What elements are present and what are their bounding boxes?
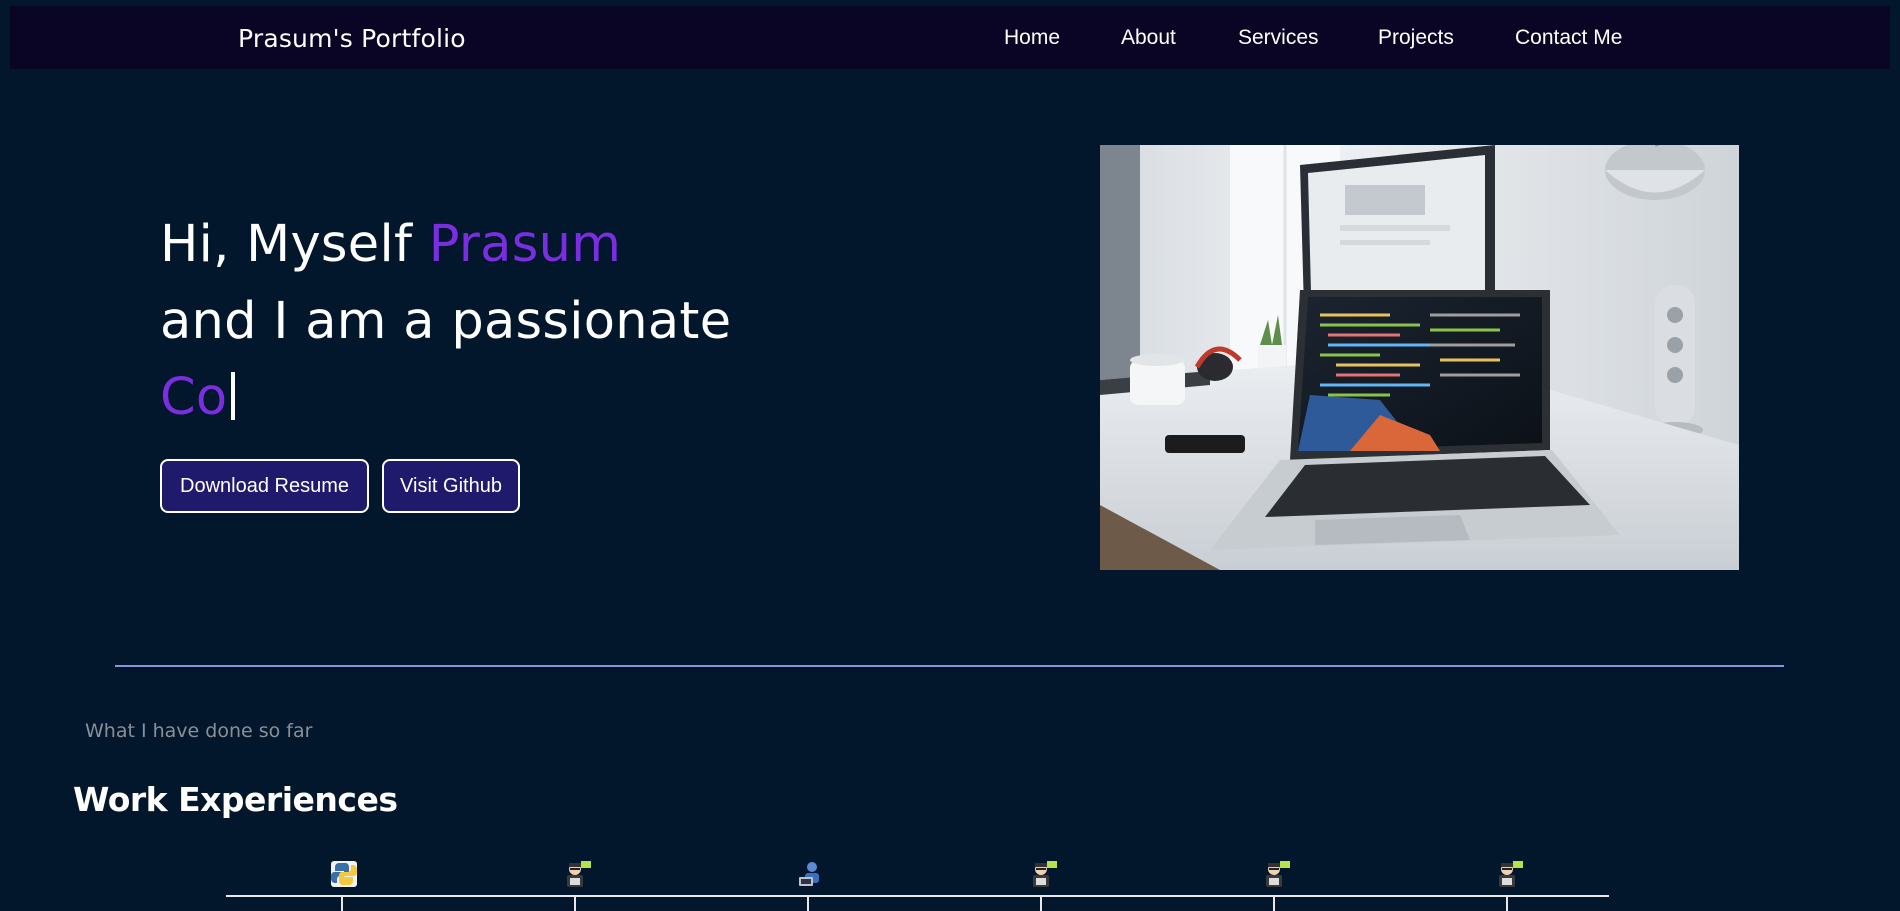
hacker-icon[interactable] [562,859,592,889]
nav-link-contact[interactable]: Contact Me [1515,26,1622,50]
hero-typed-role: Co [160,368,236,427]
experience-title: Work Experiences [73,780,398,819]
hero-laptop-image [1100,145,1739,570]
timeline-tick [1040,896,1042,911]
typed-text: Co [160,368,228,427]
visit-github-button[interactable]: Visit Github [382,459,520,513]
timeline-tick [574,896,576,911]
nav-link-home[interactable]: Home [1004,26,1060,50]
developer-icon[interactable] [795,859,825,889]
timeline-tick [1506,896,1508,911]
download-resume-button[interactable]: Download Resume [160,459,369,513]
section-divider [115,665,1784,667]
timeline-tick [341,896,343,911]
nav-links: Home About Services Projects Contact Me [10,26,1890,56]
hero-greeting: Hi, Myself Prasum [160,215,621,274]
python-icon[interactable] [329,859,359,889]
nav-link-about[interactable]: About [1121,26,1176,50]
navbar: Prasum's Portfolio Home About Services P… [10,6,1890,69]
experience-subtitle: What I have done so far [85,720,313,742]
hero-name: Prasum [428,215,622,274]
hacker-icon[interactable] [1028,859,1058,889]
timeline-tick [1273,896,1275,911]
hero-greeting-prefix: Hi, Myself [160,215,429,274]
nav-link-projects[interactable]: Projects [1378,26,1454,50]
timeline-line [226,895,1609,897]
hacker-icon[interactable] [1261,859,1291,889]
laptop-desk-photo [1100,145,1739,570]
typing-cursor [231,372,236,420]
nav-link-services[interactable]: Services [1238,26,1319,50]
hacker-icon[interactable] [1494,859,1524,889]
hero-tagline: and I am a passionate [160,292,732,351]
timeline-tick [807,896,809,911]
